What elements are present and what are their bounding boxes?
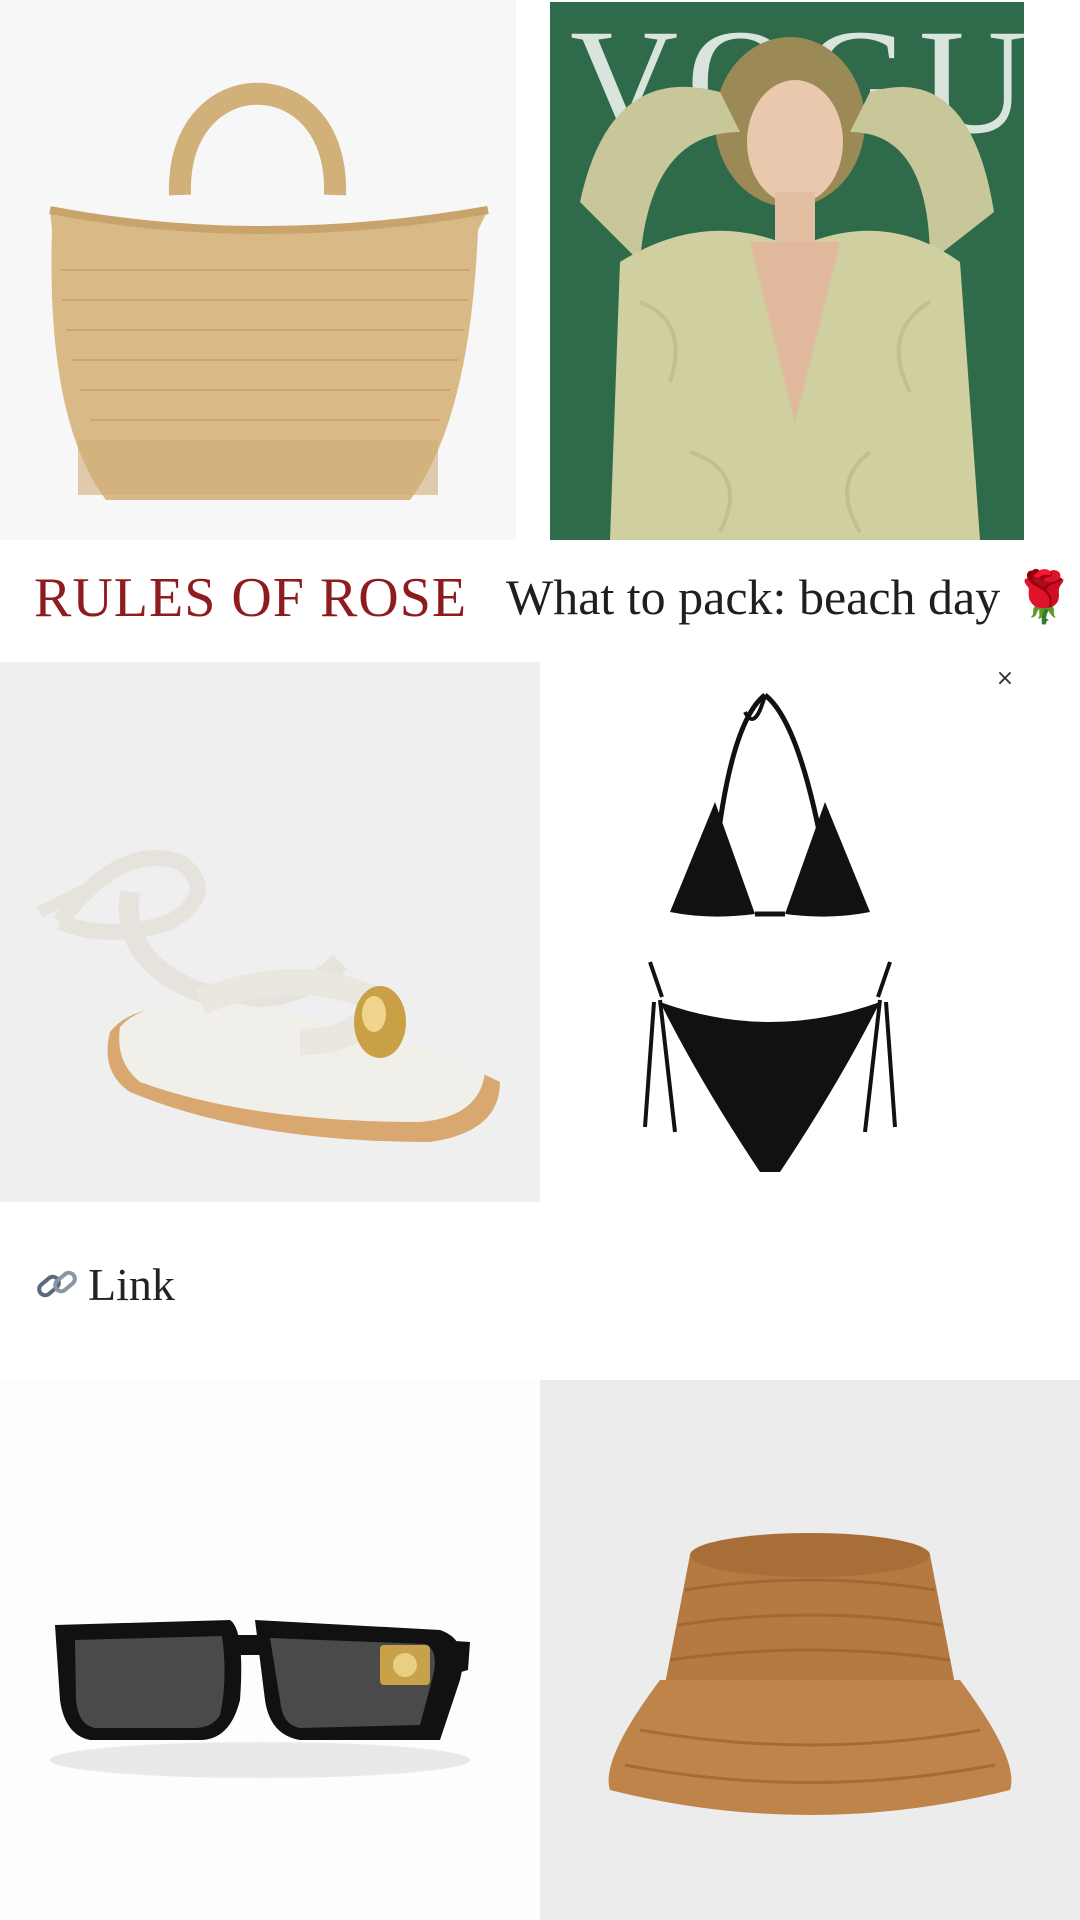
- close-icon[interactable]: ×: [990, 664, 1020, 694]
- brand-title: RULES OF ROSE: [34, 567, 468, 629]
- post-headline: What to pack: beach day 🌹: [506, 568, 1075, 627]
- bikini-image[interactable]: [540, 662, 1080, 1202]
- link-label: Link: [88, 1259, 175, 1310]
- sunglasses-image[interactable]: [0, 1380, 540, 1920]
- headline-text: What to pack: beach day: [506, 569, 1001, 625]
- rose-emoji-icon: 🌹: [1012, 569, 1075, 625]
- tote-bag-image[interactable]: [0, 0, 516, 540]
- bucket-hat-image[interactable]: [540, 1380, 1080, 1920]
- vogue-cover-image[interactable]: VOGUE: [550, 2, 1024, 540]
- product-link[interactable]: Link: [34, 1258, 175, 1311]
- link-icon: [34, 1262, 80, 1308]
- sandals-image[interactable]: [0, 662, 540, 1202]
